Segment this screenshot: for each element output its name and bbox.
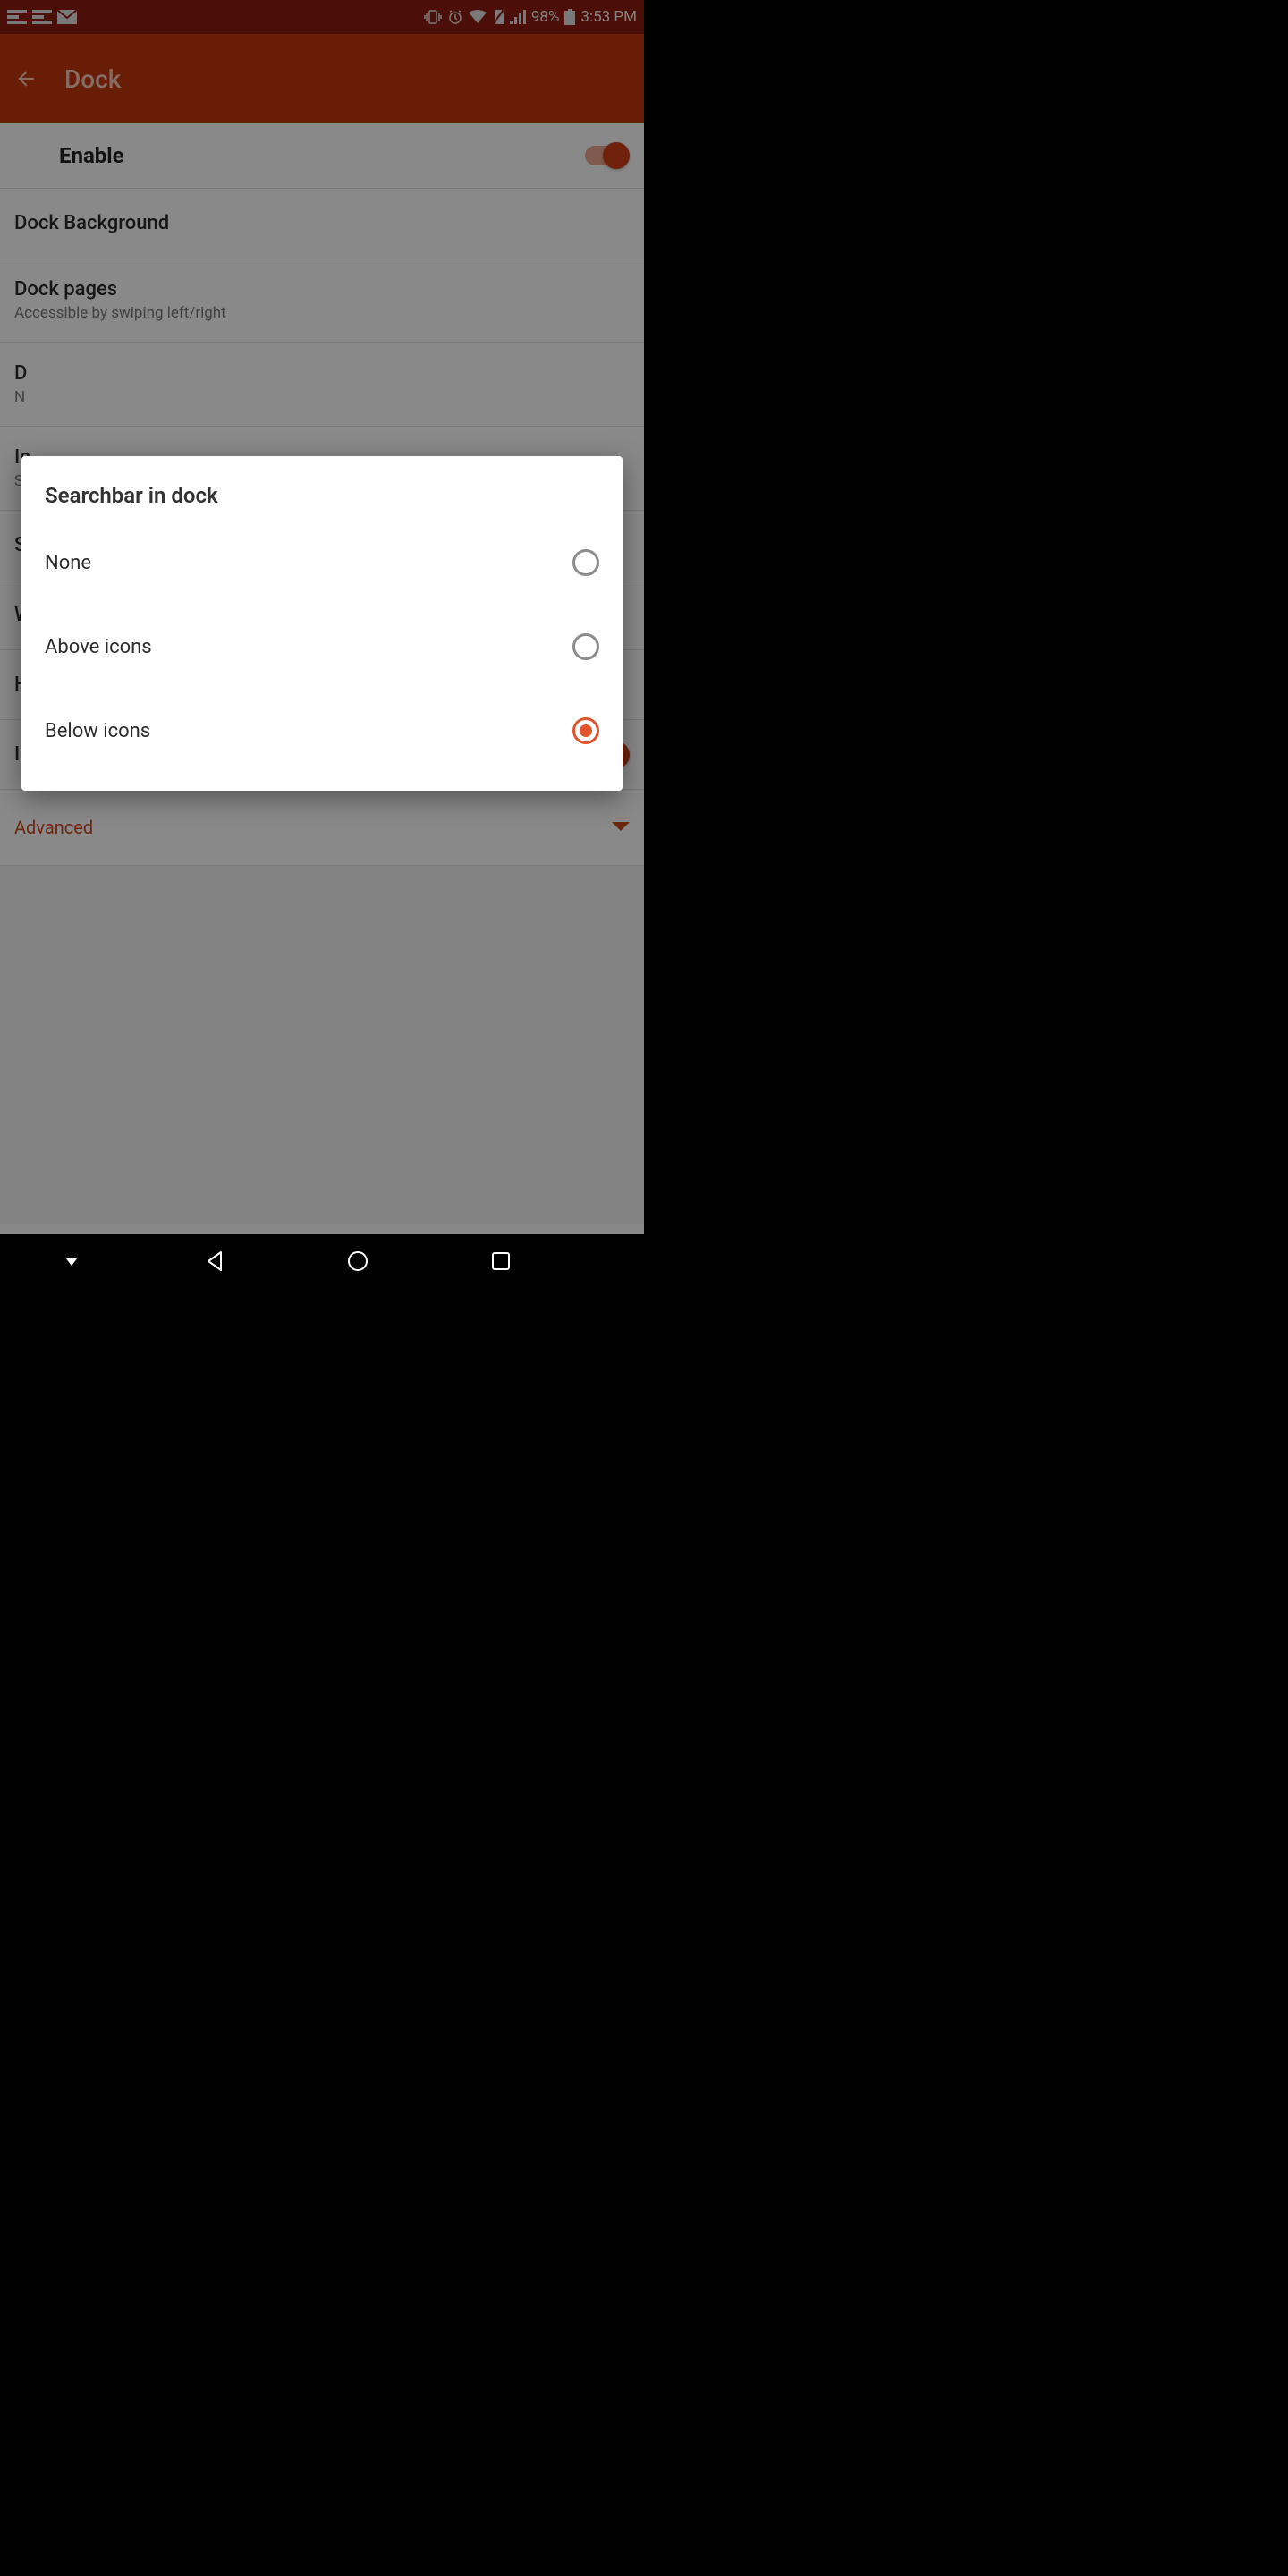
option-label: Below icons (45, 720, 150, 742)
dialog-searchbar-in-dock: Searchbar in dock None Above icons Below… (21, 456, 623, 791)
option-none[interactable]: None (21, 521, 623, 605)
radio-unchecked-icon (572, 549, 599, 576)
option-label: Above icons (45, 636, 152, 658)
option-label: None (45, 552, 91, 574)
option-below-icons[interactable]: Below icons (21, 689, 623, 773)
triangle-down-icon (65, 1258, 78, 1266)
nav-bar (0, 1234, 644, 1288)
nav-recent[interactable] (447, 1250, 555, 1272)
radio-checked-icon (572, 717, 599, 744)
nav-menu[interactable] (18, 1258, 125, 1266)
option-above-icons[interactable]: Above icons (21, 605, 623, 689)
nav-home-icon (346, 1250, 369, 1273)
nav-recent-icon (490, 1250, 512, 1272)
nav-home[interactable] (304, 1250, 411, 1273)
nav-back[interactable] (161, 1250, 268, 1273)
nav-back-icon (203, 1250, 226, 1273)
dialog-title: Searchbar in dock (21, 483, 623, 521)
radio-unchecked-icon (572, 633, 599, 660)
screen: 98% 3:53 PM Dock Enable Dock Background … (0, 0, 644, 1288)
